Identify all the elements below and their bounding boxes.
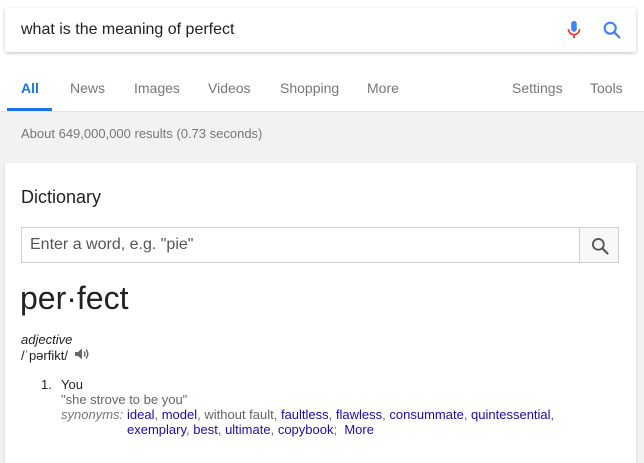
part-of-speech: adjective <box>21 332 73 347</box>
search-icon <box>592 238 609 255</box>
synonym-link[interactable]: copybook <box>278 422 334 437</box>
more-synonyms-link[interactable]: More <box>344 422 374 437</box>
active-tab-indicator <box>7 108 52 111</box>
synonym-link[interactable]: quintessential <box>471 407 551 422</box>
dictionary-card: Dictionary per·fect adjective /ˈpərfikt/… <box>5 163 636 463</box>
tab-tools[interactable]: Tools <box>590 80 623 96</box>
tab-news[interactable]: News <box>70 80 105 96</box>
synonym-link[interactable]: flawless <box>336 407 382 422</box>
synonym-link[interactable]: exemplary <box>127 422 186 437</box>
tab-all[interactable]: All <box>21 80 39 96</box>
synonym-link[interactable]: model <box>162 407 197 422</box>
microphone-icon[interactable] <box>563 19 585 41</box>
synonym-link[interactable]: ideal <box>127 407 154 422</box>
tab-more[interactable]: More <box>367 80 399 96</box>
definition-text: You <box>61 377 83 392</box>
search-input[interactable]: what is the meaning of perfect <box>21 21 234 39</box>
synonym-link[interactable]: ultimate <box>225 422 271 437</box>
dictionary-search-input[interactable] <box>21 227 579 263</box>
dictionary-title: Dictionary <box>21 187 102 207</box>
tab-settings[interactable]: Settings <box>512 80 563 96</box>
speaker-icon[interactable] <box>74 347 90 361</box>
tab-shopping[interactable]: Shopping <box>280 80 339 96</box>
definition-example: "she strove to be you" <box>61 392 188 407</box>
result-stats: About 649,000,000 results (0.73 seconds) <box>21 126 263 141</box>
synonym-text: without fault <box>204 407 274 422</box>
tab-videos[interactable]: Videos <box>208 80 251 96</box>
top-bar: what is the meaning of perfect All News … <box>0 0 644 112</box>
headword: per·fect <box>20 280 129 316</box>
synonym-link[interactable]: faultless <box>281 407 329 422</box>
search-icon[interactable] <box>601 19 623 41</box>
dictionary-search-button[interactable] <box>579 227 619 263</box>
search-box[interactable]: what is the meaning of perfect <box>5 8 636 52</box>
synonym-link[interactable]: consummate <box>389 407 463 422</box>
synonym-link[interactable]: best <box>193 422 218 437</box>
synonyms-list: ideal, model, without fault, faultless, … <box>127 407 555 437</box>
tab-images[interactable]: Images <box>134 80 180 96</box>
phonetic: /ˈpərfikt/ <box>21 348 68 363</box>
synonyms-label: synonyms: <box>61 407 124 422</box>
definition-number: 1. <box>41 377 52 392</box>
